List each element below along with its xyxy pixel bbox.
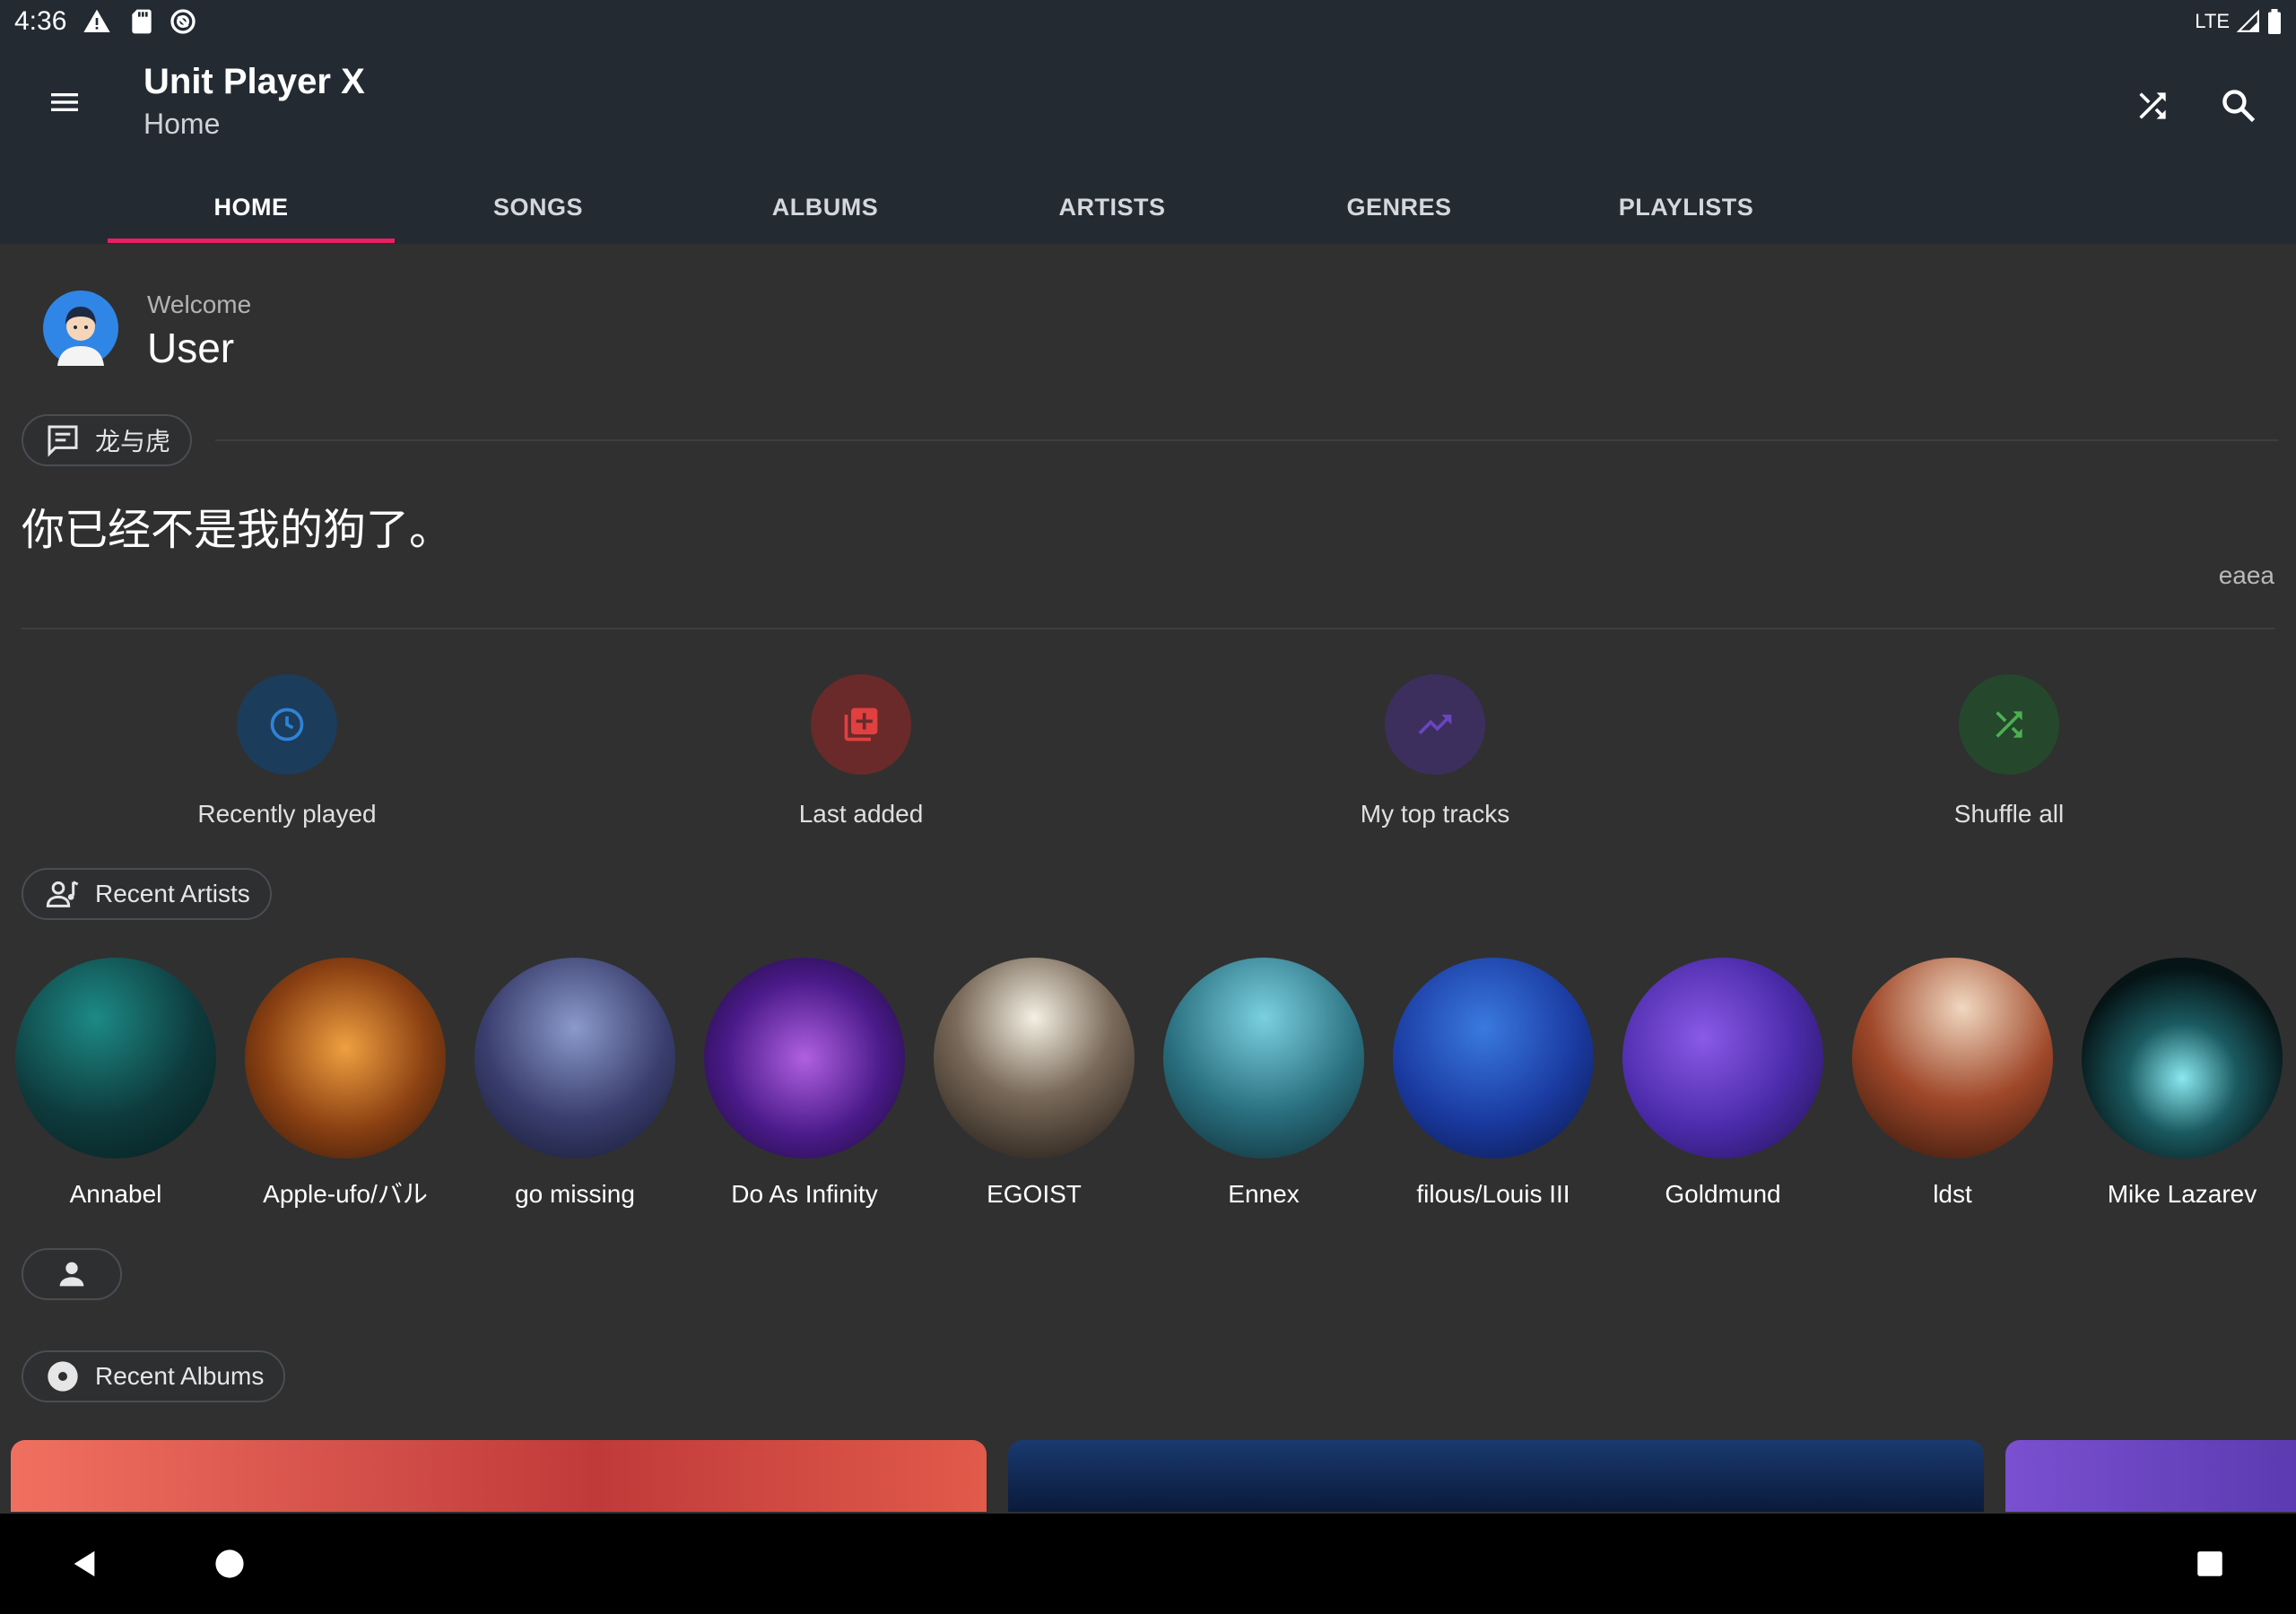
last-added-label: Last added <box>798 800 924 828</box>
artist-image <box>1163 958 1364 1158</box>
artist-name: Goldmund <box>1665 1180 1781 1208</box>
menu-button[interactable] <box>36 74 93 131</box>
navigation-bar <box>0 1514 2296 1614</box>
status-right: LTE <box>2195 5 2282 38</box>
artist-image <box>15 958 216 1158</box>
artist-name: Apple-ufo/バル <box>263 1180 428 1208</box>
recently-played-label: Recently played <box>197 800 377 828</box>
artist-card[interactable]: Ennex <box>1162 958 1365 1210</box>
artist-name: Mike Lazarev <box>2107 1180 2257 1208</box>
status-bar: 4:36 LTE <box>0 0 2296 43</box>
network-label: LTE <box>2195 10 2230 32</box>
my-top-tracks-circle <box>1385 674 1485 775</box>
artist-card[interactable]: Mike Lazarev <box>2081 958 2283 1210</box>
album-card[interactable] <box>2005 1440 2296 1512</box>
artist-image <box>1622 958 1823 1158</box>
my-top-tracks-label: My top tracks <box>1360 800 1510 828</box>
status-time: 4:36 <box>14 6 67 36</box>
artist-name: Do As Infinity <box>731 1180 878 1208</box>
recent-albums-title: Recent Albums <box>95 1362 265 1390</box>
menu-icon <box>51 93 78 111</box>
lyric-text: 你已经不是我的狗了。 <box>22 505 453 555</box>
battery-icon <box>2268 9 2281 34</box>
artist-card[interactable]: Apple-ufo/バル <box>244 958 447 1210</box>
artist-image <box>2082 958 2283 1158</box>
tab-playlists[interactable]: PLAYLISTS <box>1543 170 1830 244</box>
library-add-icon <box>844 707 878 742</box>
recently-played-circle <box>237 674 337 775</box>
app-subtitle: Home <box>144 108 221 140</box>
artist-card[interactable]: ldst <box>1851 958 2054 1210</box>
recents-icon <box>2197 1551 2222 1576</box>
app-title: Unit Player X <box>144 62 365 101</box>
home-icon <box>215 1549 244 1578</box>
welcome-label: Welcome <box>147 291 252 318</box>
artist-name: Ennex <box>1228 1180 1300 1208</box>
artist-name: filous/Louis III <box>1416 1180 1570 1208</box>
nav-recents-button[interactable] <box>2174 1528 2246 1600</box>
sync-icon <box>170 9 196 34</box>
person-icon <box>59 1262 84 1287</box>
clock-icon <box>270 707 304 742</box>
artist-card[interactable]: go missing <box>474 958 676 1210</box>
last-added-button[interactable]: Last added <box>726 674 996 830</box>
artist-image <box>934 958 1135 1158</box>
welcome-username: User <box>147 325 235 371</box>
shuffle-icon <box>1996 711 2022 738</box>
lyric-chip-label: 龙与虎 <box>95 427 171 456</box>
artist-card[interactable]: Do As Infinity <box>703 958 906 1210</box>
back-icon <box>74 1550 95 1577</box>
artist-image <box>245 958 446 1158</box>
recent-artists-header[interactable]: Recent Artists <box>22 868 272 920</box>
search-button[interactable] <box>2206 74 2271 138</box>
tab-artists[interactable]: ARTISTS <box>969 170 1256 244</box>
tab-indicator <box>108 239 395 243</box>
tab-albums[interactable]: ALBUMS <box>682 170 969 244</box>
sd-card-icon <box>132 9 152 34</box>
artist-image <box>1393 958 1594 1158</box>
tab-genres[interactable]: GENRES <box>1256 170 1543 244</box>
artist-name: ldst <box>1933 1180 1972 1208</box>
divider <box>22 628 2274 629</box>
artist-image <box>474 958 675 1158</box>
shuffle-icon <box>2139 92 2166 119</box>
trending-up-icon <box>1418 715 1452 734</box>
shuffle-all-button[interactable]: Shuffle all <box>1874 674 2144 830</box>
comment-icon <box>48 425 78 457</box>
shuffle-all-label: Shuffle all <box>1953 800 2065 828</box>
artist-name: go missing <box>515 1180 635 1208</box>
my-top-tracks-button[interactable]: My top tracks <box>1300 674 1570 830</box>
shuffle-all-circle <box>1959 674 2059 775</box>
user-avatar[interactable] <box>43 291 118 366</box>
artist-icon <box>46 881 79 907</box>
shuffle-button[interactable] <box>2120 74 2185 138</box>
artist-name: Annabel <box>69 1180 162 1208</box>
artist-card[interactable]: Goldmund <box>1622 958 1824 1210</box>
divider <box>215 439 2278 441</box>
recent-albums-header[interactable]: Recent Albums <box>22 1350 286 1402</box>
nav-home-button[interactable] <box>194 1528 265 1600</box>
artist-card[interactable]: filous/Louis III <box>1392 958 1595 1210</box>
artist-card[interactable]: Annabel <box>14 958 217 1210</box>
recently-played-button[interactable]: Recently played <box>152 674 422 830</box>
nav-back-button[interactable] <box>48 1528 120 1600</box>
album-card[interactable] <box>11 1440 987 1512</box>
signal-icon <box>2237 10 2259 32</box>
artist-name: EGOIST <box>987 1180 1082 1208</box>
artist-card[interactable]: EGOIST <box>933 958 1135 1210</box>
artist-image <box>1852 958 2053 1158</box>
last-added-circle <box>811 674 911 775</box>
tab-songs[interactable]: SONGS <box>395 170 682 244</box>
suggested-artists-chip[interactable] <box>22 1248 122 1300</box>
artist-image <box>704 958 905 1158</box>
warning-icon <box>83 9 110 32</box>
recent-artists-title: Recent Artists <box>95 880 250 907</box>
search-icon <box>2222 90 2256 123</box>
album-icon <box>48 1361 78 1392</box>
lyric-author: eaea <box>2218 561 2274 589</box>
album-card[interactable] <box>1008 1440 1984 1512</box>
lyric-chip[interactable]: 龙与虎 <box>22 414 193 466</box>
tab-home[interactable]: HOME <box>108 170 395 244</box>
